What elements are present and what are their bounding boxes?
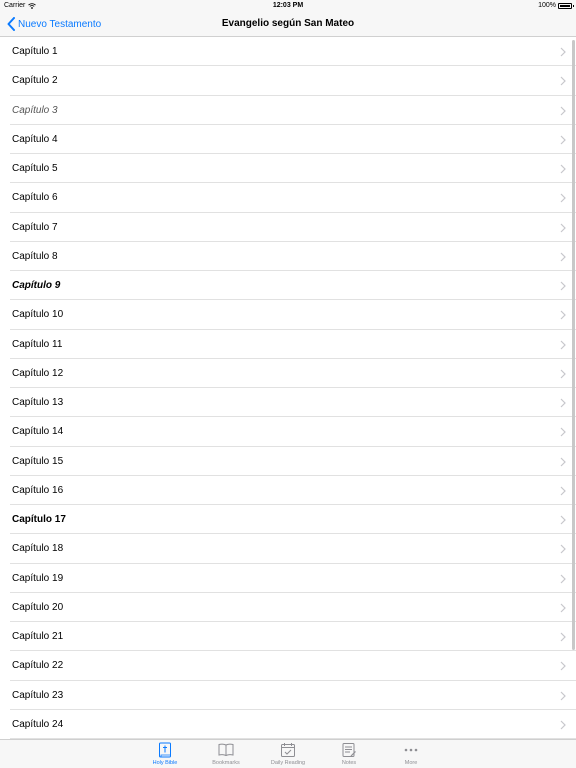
chapter-label: Capítulo 11 — [12, 338, 63, 350]
chapter-label: Capítulo 6 — [12, 192, 58, 204]
book-open-icon — [218, 743, 234, 757]
chapter-row[interactable]: Capítulo 8 — [0, 242, 576, 272]
chapter-row[interactable]: Capítulo 9 — [0, 271, 576, 301]
more-dots-icon — [404, 748, 418, 752]
chapter-row[interactable]: Capítulo 22 — [0, 651, 576, 681]
chapter-label: Capítulo 22 — [12, 660, 64, 672]
chevron-right-icon — [560, 193, 566, 203]
tab-label: Holy Bible — [152, 760, 178, 766]
chevron-right-icon — [560, 164, 566, 174]
chapter-row[interactable]: Capítulo 20 — [0, 593, 576, 623]
chapter-label: Capítulo 8 — [12, 250, 58, 262]
chevron-right-icon — [560, 398, 566, 408]
status-bar: Carrier 12:03 PM 100% — [0, 0, 576, 13]
chapter-row[interactable]: Capítulo 21 — [0, 622, 576, 652]
chapter-label: Capítulo 20 — [12, 601, 64, 613]
chapter-row[interactable]: Capítulo 5 — [0, 154, 576, 184]
chevron-right-icon — [560, 281, 566, 291]
chapter-label: Capítulo 23 — [12, 689, 64, 701]
chapter-label: Capítulo 1 — [12, 46, 58, 58]
chapter-row[interactable]: Capítulo 12 — [0, 359, 576, 389]
tab-bookmarks[interactable]: Bookmarks — [196, 742, 256, 766]
chevron-right-icon — [560, 223, 566, 232]
chapter-row[interactable]: Capítulo 2 — [0, 66, 576, 96]
chevron-right-icon — [560, 76, 566, 86]
chapter-label: Capítulo 5 — [12, 163, 58, 175]
chapter-row[interactable]: Capítulo 19 — [0, 564, 576, 594]
chapter-list[interactable]: Capítulo 1 Capítulo 2 Capítulo 3 Capítulo 4… — [0, 37, 576, 739]
chevron-right-icon — [560, 106, 566, 115]
chapter-label: Capítulo 18 — [12, 543, 64, 555]
chapter-row[interactable]: Capítulo 13 — [0, 388, 576, 418]
chevron-right-icon — [560, 515, 566, 525]
navigation-bar: Nuevo Testamento Evangelio según San Mat… — [0, 13, 576, 37]
tab-bar: Holy Bible Bookmarks Daily Reading Notes… — [0, 739, 576, 768]
chapter-label: Capítulo 17 — [12, 514, 66, 526]
chapter-row[interactable]: Capítulo 10 — [0, 300, 576, 330]
battery-icon — [558, 2, 574, 9]
tab-daily-reading[interactable]: Daily Reading — [258, 742, 318, 766]
chevron-right-icon — [560, 603, 566, 613]
chapter-row[interactable]: Capítulo 18 — [0, 534, 576, 564]
chapter-label: Capítulo 7 — [12, 221, 58, 233]
chevron-right-icon — [560, 661, 566, 671]
chapter-label: Capítulo 12 — [12, 367, 64, 379]
chevron-right-icon — [560, 720, 566, 730]
chapter-label: Capítulo 14 — [12, 426, 64, 438]
chapter-label: Capítulo 9 — [12, 280, 61, 292]
chapter-row[interactable]: Capítulo 14 — [0, 417, 576, 447]
scroll-indicator[interactable] — [572, 40, 575, 650]
notes-icon — [342, 743, 356, 757]
battery-percent: 100% — [538, 2, 556, 9]
chevron-right-icon — [560, 47, 566, 57]
chapter-label: Capítulo 24 — [12, 718, 64, 730]
chapter-row[interactable]: Capítulo 6 — [0, 183, 576, 213]
chapter-label: Capítulo 2 — [12, 75, 58, 87]
chapter-row[interactable]: Capítulo 11 — [0, 330, 576, 360]
chevron-right-icon — [560, 486, 566, 496]
tab-notes[interactable]: Notes — [319, 742, 379, 766]
chevron-right-icon — [560, 135, 566, 145]
chapter-label: Capítulo 19 — [12, 572, 64, 584]
status-time: 12:03 PM — [272, 2, 304, 9]
chevron-right-icon — [560, 369, 566, 379]
chapter-row[interactable]: Capítulo 3 — [0, 96, 576, 126]
tab-more[interactable]: More — [381, 742, 441, 766]
chevron-right-icon — [560, 632, 566, 642]
chapter-row[interactable]: Capítulo 1 — [0, 37, 576, 67]
chevron-right-icon — [560, 574, 566, 583]
chapter-label: Capítulo 4 — [12, 133, 58, 145]
chapter-row[interactable]: Capítulo 24 — [0, 710, 576, 739]
tab-label: Notes — [341, 760, 357, 766]
chevron-right-icon — [560, 340, 566, 349]
chevron-right-icon — [560, 544, 566, 554]
chevron-right-icon — [560, 310, 566, 320]
chapter-label: Capítulo 10 — [12, 309, 64, 321]
chapter-row[interactable]: Capítulo 23 — [0, 681, 576, 711]
battery-indicator: 100% — [538, 2, 574, 9]
page-title: Evangelio según San Mateo — [221, 18, 355, 29]
chapter-label: Capítulo 13 — [12, 397, 64, 409]
chapter-row[interactable]: Capítulo 4 — [0, 125, 576, 155]
chevron-right-icon — [560, 457, 566, 466]
tab-label: Daily Reading — [270, 760, 306, 766]
tab-label: Bookmarks — [212, 760, 240, 766]
chapter-label: Capítulo 15 — [12, 455, 64, 467]
chapter-label: Capítulo 3 — [12, 104, 58, 116]
bible-icon — [159, 742, 171, 758]
calendar-check-icon — [281, 743, 295, 757]
chapter-row[interactable]: Capítulo 17 — [0, 505, 576, 535]
chevron-right-icon — [560, 691, 566, 700]
chapter-label: Capítulo 21 — [12, 631, 64, 643]
chapter-row[interactable]: Capítulo 7 — [0, 213, 576, 243]
chevron-right-icon — [560, 252, 566, 262]
tab-label: More — [404, 760, 418, 766]
chevron-right-icon — [560, 427, 566, 437]
chapter-label: Capítulo 16 — [12, 484, 64, 496]
tab-holy-bible[interactable]: Holy Bible — [135, 742, 195, 766]
chapter-row[interactable]: Capítulo 16 — [0, 476, 576, 506]
chapter-row[interactable]: Capítulo 15 — [0, 447, 576, 477]
